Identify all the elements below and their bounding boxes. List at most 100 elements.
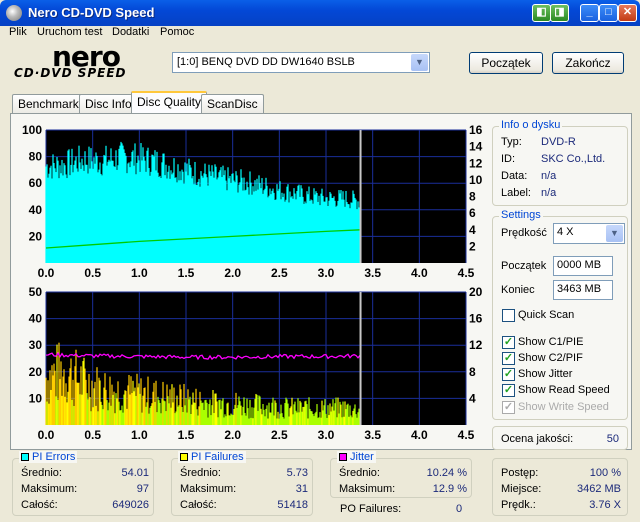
disc-label-label: Label: — [501, 187, 531, 199]
jitter-color-swatch — [339, 453, 347, 462]
start-mb-input[interactable]: 0000 MB — [553, 256, 613, 276]
jitter-group: Jitter Średnio: 10.24 % Maksimum: 12.9 % — [330, 451, 472, 498]
drive-select[interactable]: [1:0] BENQ DVD DD DW1640 BSLB ▼ — [172, 52, 430, 73]
y-left-tick-label: 40 — [29, 312, 43, 326]
jitter-legend: Jitter — [350, 451, 374, 463]
pi-failures-avg-label: Średnio: — [180, 467, 221, 479]
start-button[interactable]: Początek — [469, 52, 543, 74]
speed-select[interactable]: 4 X ▼ — [553, 223, 625, 244]
pi-failures-chart: 0.0 0.5 1.0 1.5 2.0 2.5 3.0 3.5 4.0 4.5 50 40 30 20 10… — [29, 285, 483, 442]
end-mb-input[interactable]: 3463 MB — [553, 280, 613, 300]
maximize-icon[interactable]: □ — [599, 4, 618, 22]
show-c1-checkbox[interactable]: ✓ — [502, 336, 515, 349]
po-failures-label: PO Failures: — [340, 503, 402, 515]
y-left-tick-label: 50 — [29, 285, 43, 299]
x-tick-label: 3.5 — [364, 266, 381, 280]
date-value: n/a — [541, 170, 557, 182]
quick-scan-label: Quick Scan — [518, 309, 575, 321]
drive-select-value: [1:0] BENQ DVD DD DW1640 BSLB — [177, 56, 355, 68]
place-label: Miejsce: — [501, 483, 542, 495]
show-jitter-checkbox[interactable]: ✓ — [502, 368, 515, 381]
jitter-max-value: 12.9 % — [432, 483, 467, 495]
x-tick-label: 0.0 — [38, 266, 55, 280]
x-tick-label: 3.0 — [318, 266, 335, 280]
y-right-tick-label: 4 — [469, 223, 476, 237]
show-c1-label: Show C1/PIE — [518, 336, 584, 348]
jitter-max-label: Maksimum: — [339, 483, 396, 495]
id-value: SKC Co.,Ltd. — [541, 153, 606, 165]
jitter-avg-value: 10.24 % — [426, 467, 467, 479]
pi-failures-total-label: Całość: — [180, 499, 217, 511]
tab-disc-quality[interactable]: Disc Quality — [131, 91, 208, 114]
quick-scan-checkbox[interactable] — [502, 309, 515, 322]
y-left-tick-label: 20 — [29, 229, 43, 243]
pi-errors-avg-label: Średnio: — [21, 467, 62, 479]
y-right-tick-label: 2 — [469, 239, 476, 253]
disc-info-legend: Info o dysku — [499, 119, 563, 131]
y-right-tick-label: 8 — [469, 190, 476, 204]
pi-errors-chart: 0.0 0.5 1.0 1.5 2.0 2.5 3.0 3.5 4.0 4.5 100 80 60 40 2… — [22, 123, 483, 280]
y-left-tick-label: 40 — [29, 203, 43, 217]
menu-bar: Plik Uruchom test Dodatki Pomoc — [0, 26, 640, 40]
pi-failures-max-label: Maksimum: — [180, 483, 237, 495]
start-mb-label: Początek — [501, 260, 547, 272]
chevron-down-icon[interactable]: ▼ — [411, 54, 428, 71]
x-tick-label: 0.5 — [84, 266, 101, 280]
pi-errors-legend: PI Errors — [32, 451, 76, 463]
skin-icon[interactable]: ◧ — [532, 4, 551, 22]
settings-group: Settings Prędkość 4 X ▼ Początek 0000 MB… — [492, 209, 628, 420]
show-read-speed-checkbox[interactable]: ✓ — [502, 384, 515, 397]
chevron-down-icon[interactable]: ▼ — [606, 225, 623, 242]
pi-failures-max-value: 31 — [295, 483, 308, 495]
show-c2-label: Show C2/PIF — [518, 352, 583, 364]
read-speed-label: Prędk.: — [501, 499, 536, 511]
id-label: ID: — [501, 153, 516, 165]
menu-dodatki[interactable]: Dodatki — [112, 26, 149, 38]
pi-failures-legend: PI Failures — [191, 451, 244, 463]
place-value: 3462 MB — [576, 483, 621, 495]
x-tick-label: 3.5 — [364, 428, 381, 442]
skin2-icon[interactable]: ◨ — [550, 4, 569, 22]
tab-disc-info[interactable]: Disc Info — [79, 94, 138, 113]
progress-label: Postęp: — [501, 467, 539, 479]
quality-label: Ocena jakości: — [501, 433, 574, 445]
menu-plik[interactable]: Plik — [9, 26, 27, 38]
pi-failures-avg-value: 5.73 — [286, 467, 308, 479]
tab-scandisc[interactable]: ScanDisc — [201, 94, 264, 113]
end-button[interactable]: Zakończ — [552, 52, 624, 74]
type-value: DVD-R — [541, 136, 576, 148]
x-tick-label: 2.5 — [271, 266, 288, 280]
y-right-tick-label: 14 — [469, 140, 483, 154]
y-right-tick-label: 4 — [469, 391, 476, 405]
x-tick-label: 2.0 — [224, 266, 241, 280]
cd-dvd-speed-logo: CD·DVD SPEED — [14, 66, 127, 80]
progress-value: 100 % — [589, 467, 621, 479]
quality-group: Ocena jakości: 50 — [492, 426, 628, 450]
y-left-tick-label: 30 — [29, 338, 43, 352]
progress-group: Postęp: 100 % Miejsce: 3462 MB Prędk.: 3… — [492, 458, 628, 516]
y-right-tick-label: 8 — [469, 365, 476, 379]
x-tick-label: 1.5 — [178, 266, 195, 280]
minimize-icon[interactable]: _ — [580, 4, 599, 22]
x-tick-label: 1.0 — [131, 428, 148, 442]
show-write-speed-label: Show Write Speed — [518, 401, 609, 413]
menu-pomoc[interactable]: Pomoc — [160, 26, 194, 38]
pi-errors-total-value: 649026 — [112, 499, 149, 511]
y-left-tick-label: 80 — [29, 150, 43, 164]
pi-errors-color-swatch — [21, 453, 29, 462]
tab-benchmark[interactable]: Benchmark — [12, 94, 85, 113]
y-right-tick-label: 12 — [469, 338, 483, 352]
jitter-avg-label: Średnio: — [339, 467, 380, 479]
close-icon[interactable]: ✕ — [618, 4, 637, 22]
app-disc-icon — [6, 5, 22, 21]
quality-value: 50 — [606, 433, 619, 445]
settings-legend: Settings — [499, 209, 543, 221]
y-right-tick-label: 10 — [469, 173, 483, 187]
title-bar: Nero CD-DVD Speed ◧ ◨ _ □ ✕ — [0, 0, 640, 26]
pi-failures-total-value: 51418 — [277, 499, 308, 511]
date-label: Data: — [501, 170, 528, 182]
menu-uruchom-test[interactable]: Uruchom test — [37, 26, 102, 38]
show-c2-checkbox[interactable]: ✓ — [502, 352, 515, 365]
pi-errors-max-label: Maksimum: — [21, 483, 78, 495]
y-right-tick-label: 20 — [469, 285, 483, 299]
